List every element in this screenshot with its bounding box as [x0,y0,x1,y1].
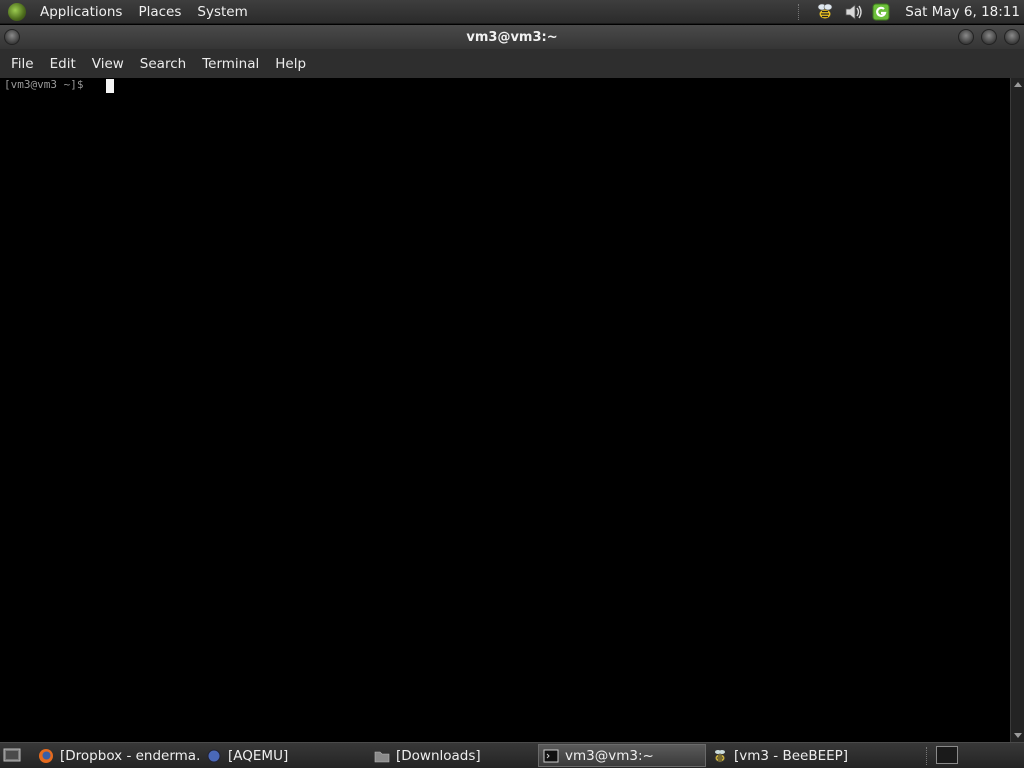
minimize-button[interactable] [958,29,974,45]
taskbar-item-downloads[interactable]: [Downloads] [370,744,536,767]
top-panel: Applications Places System Sat May 6, 18… [0,0,1024,24]
search-menu[interactable]: Search [132,56,194,72]
view-menu[interactable]: View [84,56,132,72]
folder-icon [374,751,390,762]
scroll-up-icon[interactable] [1014,82,1022,87]
workspace-separator [926,747,929,765]
terminal-scrollbar[interactable] [1010,78,1024,742]
taskbar-item-label: [AQEMU] [228,747,289,764]
distro-logo-icon[interactable] [8,2,26,21]
window-title: vm3@vm3:~ [466,29,558,45]
taskbar-item-label: [Dropbox - enderma... [60,747,200,764]
terminal-area[interactable]: [vm3@vm3 ~]$ [0,78,1010,742]
bottom-panel: [Dropbox - enderma... [AQEMU] [Downloads… [0,742,1024,768]
terminal-menubar: File Edit View Search Terminal Help [0,49,1024,78]
window-menu-button[interactable] [4,29,20,45]
system-menu[interactable]: System [189,1,255,23]
scroll-down-icon[interactable] [1014,733,1022,738]
beebeep-icon [714,749,726,762]
volume-icon[interactable] [843,2,863,22]
edit-menu[interactable]: Edit [42,56,84,72]
shell-prompt: [vm3@vm3 ~]$ [4,78,84,91]
help-menu[interactable]: Help [267,56,314,72]
update-manager-icon[interactable] [871,2,891,22]
places-menu[interactable]: Places [130,1,189,23]
taskbar-item-label: [vm3 - BeeBEEP] [734,747,849,764]
file-menu[interactable]: File [3,56,42,72]
taskbar-item-terminal[interactable]: vm3@vm3:~ [538,744,706,767]
aqemu-icon [207,749,221,762]
terminal-icon [543,749,559,762]
taskbar-item-aqemu[interactable]: [AQEMU] [202,744,362,767]
clock[interactable]: Sat May 6, 18:11 [895,4,1024,20]
terminal-menu[interactable]: Terminal [194,56,267,72]
applications-menu[interactable]: Applications [32,1,130,23]
show-desktop-icon[interactable] [3,747,21,763]
maximize-button[interactable] [981,29,997,45]
tray-separator [798,3,803,20]
firefox-icon [39,748,53,763]
text-cursor [106,79,114,93]
taskbar-item-label: vm3@vm3:~ [565,747,654,764]
system-tray: Sat May 6, 18:11 [790,0,1024,24]
taskbar-item-beebeep[interactable]: [vm3 - BeeBEEP] [708,744,908,767]
beebeep-icon[interactable] [815,2,835,22]
workspace-switcher[interactable] [936,746,958,764]
close-button[interactable] [1004,29,1020,45]
taskbar-item-dropbox[interactable]: [Dropbox - enderma... [34,744,200,767]
taskbar-item-label: [Downloads] [396,747,481,764]
window-titlebar[interactable]: vm3@vm3:~ [0,25,1024,49]
